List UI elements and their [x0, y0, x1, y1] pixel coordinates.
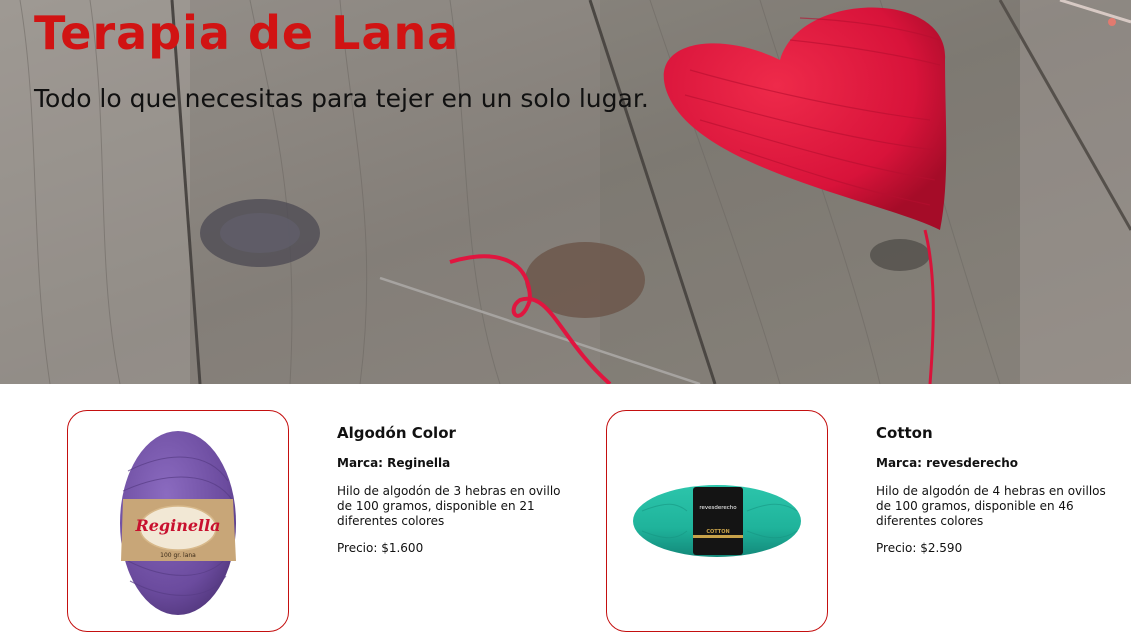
page-title: Terapia de Lana	[34, 6, 460, 60]
product-image-card[interactable]: Reginella 100 gr. lana	[67, 410, 289, 632]
hero-banner: Terapia de Lana Todo lo que necesitas pa…	[0, 0, 1131, 384]
product-description: Hilo de algodón de 4 hebras en ovillos d…	[876, 484, 1106, 528]
product-brand: Marca: revesderecho	[876, 456, 1018, 470]
product-price: Precio: $1.600	[337, 541, 424, 555]
product-image-card[interactable]: revesderecho COTTON	[606, 410, 828, 632]
product-info: Algodón Color Marca: Reginella Hilo de a…	[337, 422, 567, 556]
reginella-logo-text: Reginella	[134, 516, 220, 535]
product-description: Hilo de algodón de 3 hebras en ovillo de…	[337, 484, 561, 528]
purple-yarn-ball-image: Reginella 100 gr. lana	[120, 431, 236, 615]
cotton-label-text: COTTON	[706, 529, 729, 535]
page-subtitle: Todo lo que necesitas para tejer en un s…	[34, 84, 649, 113]
reginella-label-small: 100 gr. lana	[160, 552, 196, 559]
revesderecho-logo-text: revesderecho	[699, 505, 737, 511]
product-name[interactable]: Algodón Color	[337, 422, 567, 444]
product-price: Precio: $2.590	[876, 541, 963, 555]
teal-yarn-skein-image: revesderecho COTTON	[633, 485, 801, 557]
product-info: Cotton Marca: revesderecho Hilo de algod…	[876, 422, 1106, 556]
product-name[interactable]: Cotton	[876, 422, 1106, 444]
product-brand: Marca: Reginella	[337, 456, 451, 470]
